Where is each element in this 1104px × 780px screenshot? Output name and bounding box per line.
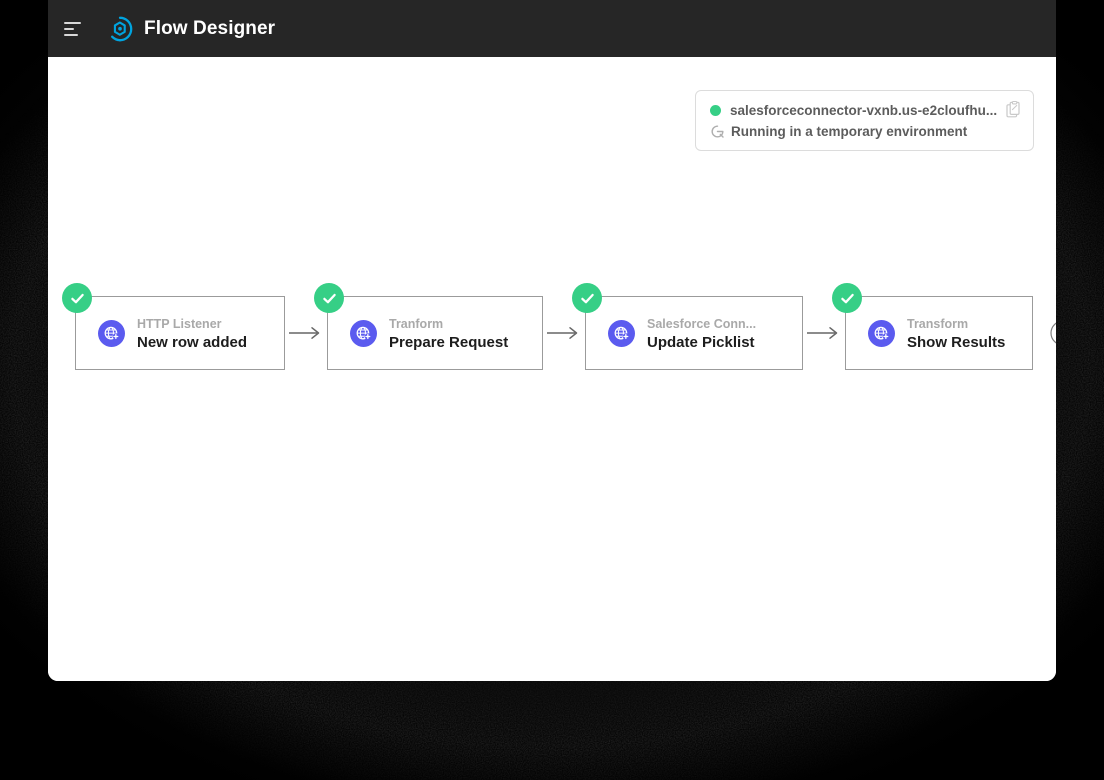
flow-canvas[interactable]: salesforceconnector-vxnb.us-e2cloufhu...…: [48, 57, 1056, 681]
node-name-label: Show Results: [907, 333, 1006, 351]
globe-icon: [608, 319, 635, 347]
flow-connector-arrow: [803, 323, 845, 343]
node-success-badge: [572, 283, 602, 313]
flow-step-chain: HTTP Listener New row added Tranform Pre…: [62, 283, 1056, 370]
temporary-environment-icon: [711, 125, 724, 138]
node-name-label: Update Picklist: [647, 333, 755, 351]
top-navigation-bar: Flow Designer: [48, 0, 1056, 57]
node-name-label: New row added: [137, 333, 248, 351]
environment-name: salesforceconnector-vxnb.us-e2cloufhu...: [730, 102, 998, 118]
status-indicator-dot: [710, 104, 721, 116]
node-text-block: Transform Show Results: [907, 315, 1014, 352]
node-text-block: Salesforce Conn... Update Picklist: [647, 315, 784, 352]
application-window: Flow Designer salesforceconnector-vxnb.u…: [48, 0, 1056, 681]
node-success-badge: [832, 283, 862, 313]
node-type-label: Transform: [907, 316, 969, 331]
node-success-badge: [314, 283, 344, 313]
deployment-status-panel: salesforceconnector-vxnb.us-e2cloufhu...…: [695, 90, 1034, 151]
running-status-row: Running in a temporary environment: [710, 124, 1021, 139]
plus-circle-icon[interactable]: [1050, 320, 1056, 346]
flow-node-show-results[interactable]: Transform Show Results: [832, 283, 1033, 370]
node-type-label: Tranform: [389, 316, 444, 331]
flow-connector-arrow: [543, 323, 585, 343]
node-name-label: Prepare Request: [389, 333, 509, 351]
flow-node-prepare-request[interactable]: Tranform Prepare Request: [314, 283, 543, 370]
globe-icon: [868, 319, 895, 347]
node-text-block: Tranform Prepare Request: [389, 315, 524, 352]
copy-clipboard-icon[interactable]: [1005, 101, 1021, 119]
environment-row: salesforceconnector-vxnb.us-e2cloufhu...: [710, 101, 1021, 119]
hamburger-line: [64, 33, 78, 36]
running-status-text: Running in a temporary environment: [731, 124, 968, 139]
globe-icon: [98, 319, 125, 347]
node-text-block: HTTP Listener New row added: [137, 315, 266, 352]
flow-node-http-listener[interactable]: HTTP Listener New row added: [62, 283, 285, 370]
hamburger-line: [64, 21, 81, 24]
node-success-badge: [62, 283, 92, 313]
app-title: Flow Designer: [144, 17, 276, 39]
hamburger-menu-icon[interactable]: [62, 14, 92, 44]
flow-connector-arrow: [285, 323, 327, 343]
mulesoft-logo-icon: [110, 16, 133, 41]
hamburger-line: [64, 27, 74, 30]
globe-icon: [350, 319, 377, 347]
node-type-label: HTTP Listener: [137, 316, 222, 331]
flow-node-update-picklist[interactable]: Salesforce Conn... Update Picklist: [572, 283, 803, 370]
node-type-label: Salesforce Conn...: [647, 316, 757, 331]
